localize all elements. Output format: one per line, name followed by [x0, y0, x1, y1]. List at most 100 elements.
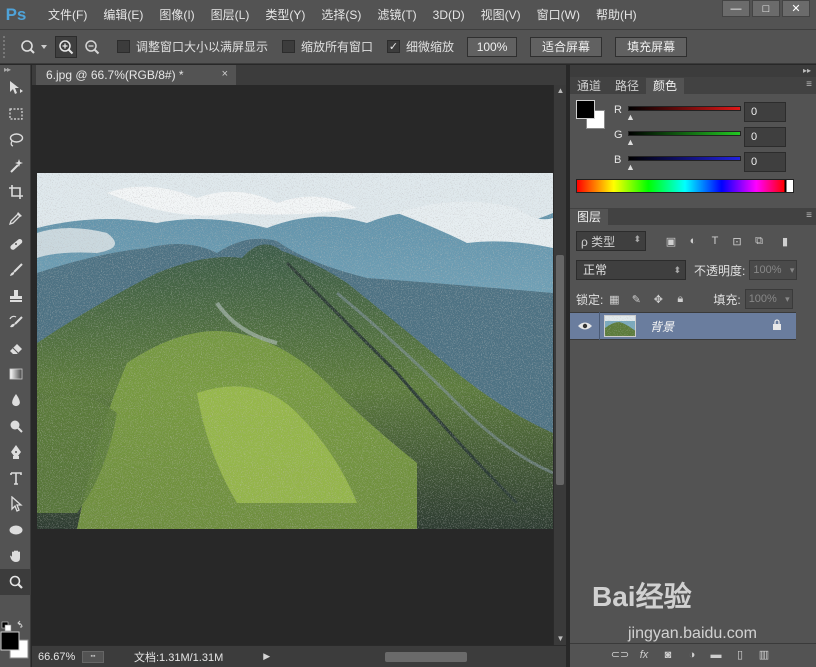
- menu-layer[interactable]: 图层(L): [203, 0, 258, 30]
- layer-name[interactable]: 背景: [650, 318, 674, 335]
- actual-pixels-button[interactable]: 100%: [467, 36, 518, 57]
- maximize-button[interactable]: □: [752, 0, 780, 17]
- dodge-tool[interactable]: [0, 413, 31, 439]
- tab-color[interactable]: 颜色: [646, 78, 685, 94]
- tab-channels[interactable]: 通道: [570, 78, 609, 94]
- zoom-tool[interactable]: [0, 569, 31, 595]
- zoom-all-checkbox[interactable]: [282, 40, 296, 53]
- menu-filter[interactable]: 滤镜(T): [369, 0, 424, 30]
- quick-select-tool[interactable]: [0, 153, 31, 179]
- layer-row[interactable]: 背景: [570, 312, 796, 340]
- toolbox-collapse-icon[interactable]: ▸▸: [0, 65, 30, 75]
- zoom-out-button[interactable]: [81, 36, 103, 58]
- resize-windows-option[interactable]: 调整窗口大小以满屏显示: [117, 38, 268, 55]
- lock-position-icon[interactable]: ✥: [647, 290, 669, 308]
- link-layers-icon[interactable]: ⊂⊃: [608, 646, 632, 664]
- lock-all-icon[interactable]: 🔒︎: [669, 290, 691, 308]
- color-spectrum-bar[interactable]: [576, 179, 794, 193]
- history-brush-tool[interactable]: [0, 309, 31, 335]
- document-tab[interactable]: 6.jpg @ 66.7%(RGB/8#) * ×: [36, 65, 236, 85]
- color-panel-swatches[interactable]: [576, 100, 606, 130]
- marquee-tool[interactable]: [0, 101, 31, 127]
- close-button[interactable]: ✕: [782, 0, 810, 17]
- fill-screen-button[interactable]: 填充屏幕: [615, 36, 688, 57]
- lock-pixels-icon[interactable]: ✎: [625, 290, 647, 308]
- brush-tool[interactable]: [0, 257, 31, 283]
- filter-pixel-icon[interactable]: ▣: [660, 232, 682, 250]
- scrubby-zoom-checkbox[interactable]: ✓: [387, 40, 401, 53]
- minimize-button[interactable]: —: [722, 0, 750, 17]
- fill-input[interactable]: 100% ▾: [744, 289, 793, 309]
- status-menu-arrow-icon[interactable]: ▶: [263, 651, 270, 662]
- canvas-area[interactable]: [32, 85, 554, 645]
- zoom-all-option[interactable]: 缩放所有窗口: [282, 38, 373, 55]
- filter-type-icon[interactable]: T: [704, 232, 726, 250]
- move-tool[interactable]: [0, 75, 31, 101]
- add-mask-icon[interactable]: ◙: [656, 646, 680, 664]
- new-layer-icon[interactable]: ▯: [728, 646, 752, 664]
- status-info-icon[interactable]: ▪▪: [82, 650, 104, 663]
- fit-screen-button[interactable]: 适合屏幕: [530, 36, 603, 57]
- delete-layer-icon[interactable]: ▥: [752, 646, 776, 664]
- options-grip[interactable]: [3, 35, 9, 58]
- filter-smart-object-icon[interactable]: ⧉: [748, 232, 770, 250]
- filter-shape-icon[interactable]: ⊡: [726, 232, 748, 250]
- foreground-color-swatch[interactable]: [0, 631, 20, 651]
- zoom-tool-preset-picker[interactable]: [17, 35, 51, 59]
- menu-select[interactable]: 选择(S): [313, 0, 369, 30]
- channel-r-handle-icon[interactable]: ▲: [626, 112, 635, 122]
- opacity-input[interactable]: 100% ▾: [749, 260, 798, 280]
- menu-help[interactable]: 帮助(H): [588, 0, 645, 30]
- menu-edit[interactable]: 编辑(E): [95, 0, 151, 30]
- menu-file[interactable]: 文件(F): [40, 0, 95, 30]
- tab-paths[interactable]: 路径: [608, 78, 647, 94]
- menu-type[interactable]: 类型(Y): [257, 0, 313, 30]
- crop-tool[interactable]: [0, 179, 31, 205]
- shape-tool[interactable]: [0, 517, 31, 543]
- scrubby-zoom-option[interactable]: ✓ 细微缩放: [387, 38, 454, 55]
- horizontal-scrollbar[interactable]: [332, 652, 562, 662]
- channel-g-slider[interactable]: [628, 131, 741, 136]
- menu-view[interactable]: 视图(V): [473, 0, 529, 30]
- blur-tool[interactable]: [0, 387, 31, 413]
- blend-mode-select[interactable]: 正常 ⬍: [576, 260, 686, 280]
- gradient-tool[interactable]: [0, 361, 31, 387]
- healing-brush-tool[interactable]: [0, 231, 31, 257]
- zoom-level[interactable]: 66.67%: [32, 651, 82, 663]
- new-adjustment-layer-icon[interactable]: ◑: [680, 646, 704, 664]
- channel-b-slider[interactable]: [628, 156, 741, 161]
- menu-3d[interactable]: 3D(D): [425, 0, 473, 30]
- channel-b-handle-icon[interactable]: ▲: [626, 162, 635, 172]
- zoom-in-button[interactable]: [55, 35, 77, 58]
- eraser-tool[interactable]: [0, 335, 31, 361]
- channel-g-handle-icon[interactable]: ▲: [626, 137, 635, 147]
- eyedropper-tool[interactable]: [0, 205, 31, 231]
- channel-r-slider[interactable]: [628, 106, 741, 111]
- layers-scrollbar[interactable]: [796, 312, 810, 642]
- filter-adjustment-icon[interactable]: ◐: [682, 232, 704, 250]
- hand-tool[interactable]: [0, 543, 31, 569]
- pen-tool[interactable]: [0, 439, 31, 465]
- menu-window[interactable]: 窗口(W): [529, 0, 588, 30]
- vertical-scrollbar[interactable]: ▲ ▼: [553, 85, 566, 645]
- resize-windows-checkbox[interactable]: [117, 40, 130, 53]
- type-tool[interactable]: [0, 465, 31, 491]
- menu-image[interactable]: 图像(I): [151, 0, 202, 30]
- tab-close-icon[interactable]: ×: [222, 68, 228, 80]
- clone-stamp-tool[interactable]: [0, 283, 31, 309]
- layer-visibility-toggle[interactable]: [570, 312, 600, 340]
- panel-menu-icon[interactable]: ≡: [806, 79, 812, 90]
- horizontal-scroll-thumb[interactable]: [385, 652, 467, 662]
- layer-style-icon[interactable]: fx: [632, 646, 656, 664]
- new-group-icon[interactable]: ▬: [704, 646, 728, 664]
- panel-collapse-icon[interactable]: ▸▸: [570, 65, 816, 77]
- channel-r-value[interactable]: 0: [744, 102, 786, 122]
- channel-b-value[interactable]: 0: [744, 152, 786, 172]
- lasso-tool[interactable]: [0, 127, 31, 153]
- layers-menu-icon[interactable]: ≡: [806, 210, 812, 221]
- channel-g-value[interactable]: 0: [744, 127, 786, 147]
- layer-kind-filter[interactable]: ρ 类型 ⬍: [576, 231, 646, 251]
- document-image[interactable]: [37, 173, 554, 529]
- lock-transparent-icon[interactable]: ▦: [603, 290, 625, 308]
- tab-layers[interactable]: 图层: [570, 209, 609, 225]
